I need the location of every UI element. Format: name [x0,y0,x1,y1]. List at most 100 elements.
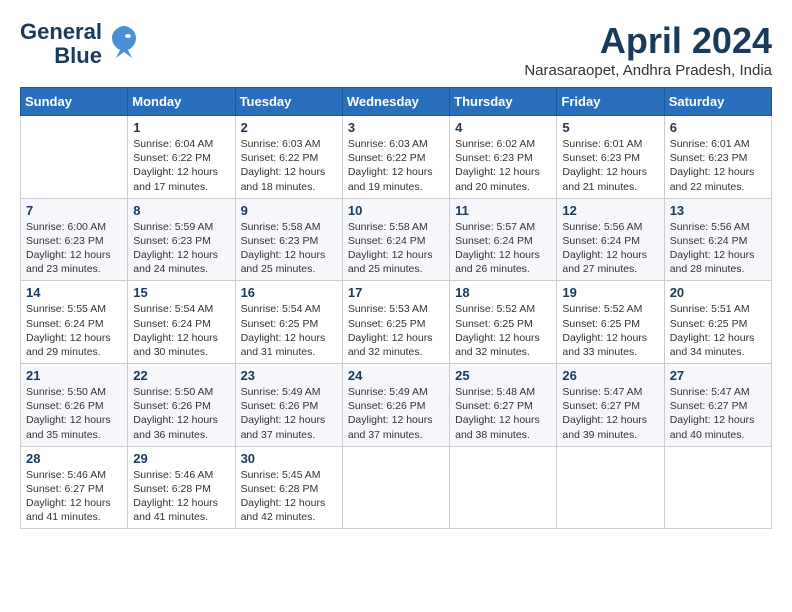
day-info: Sunrise: 5:45 AM Sunset: 6:28 PM Dayligh… [241,468,337,525]
day-number: 11 [455,203,551,218]
day-number: 30 [241,451,337,466]
day-info: Sunrise: 5:49 AM Sunset: 6:26 PM Dayligh… [241,385,337,442]
day-number: 23 [241,368,337,383]
day-info: Sunrise: 5:55 AM Sunset: 6:24 PM Dayligh… [26,302,122,359]
calendar-cell: 19 Sunrise: 5:52 AM Sunset: 6:25 PM Dayli… [557,281,664,364]
calendar-cell: 20Sunrise: 5:51 AM Sunset: 6:25 PM Dayli… [664,281,771,364]
day-info: Sunrise: 5:54 AM Sunset: 6:24 PM Dayligh… [133,302,229,359]
calendar-cell: 11 Sunrise: 5:57 AM Sunset: 6:24 PM Dayli… [450,198,557,281]
calendar-cell: 5 Sunrise: 6:01 AM Sunset: 6:23 PM Daylig… [557,116,664,199]
month-title: April 2024 [524,20,772,62]
page-header: General Blue April 2024 Narasaraopet, An… [20,20,772,79]
day-number: 22 [133,368,229,383]
day-number: 8 [133,203,229,218]
day-info: Sunrise: 6:03 AM Sunset: 6:22 PM Dayligh… [348,137,444,194]
calendar-cell: 16Sunrise: 5:54 AM Sunset: 6:25 PM Dayli… [235,281,342,364]
day-info: Sunrise: 6:02 AM Sunset: 6:23 PM Dayligh… [455,137,551,194]
day-number: 26 [562,368,658,383]
calendar-cell: 30 Sunrise: 5:45 AM Sunset: 6:28 PM Dayli… [235,446,342,529]
day-info: Sunrise: 5:54 AM Sunset: 6:25 PM Dayligh… [241,302,337,359]
logo-blue: Blue [54,44,102,68]
calendar-cell [342,446,449,529]
calendar-week-1: 1 Sunrise: 6:04 AM Sunset: 6:22 PM Daylig… [21,116,772,199]
day-info: Sunrise: 6:01 AM Sunset: 6:23 PM Dayligh… [670,137,766,194]
calendar-table: SundayMondayTuesdayWednesdayThursdayFrid… [20,87,772,529]
calendar-cell: 29 Sunrise: 5:46 AM Sunset: 6:28 PM Dayli… [128,446,235,529]
calendar-cell: 6Sunrise: 6:01 AM Sunset: 6:23 PM Daylig… [664,116,771,199]
day-info: Sunrise: 5:53 AM Sunset: 6:25 PM Dayligh… [348,302,444,359]
day-info: Sunrise: 6:03 AM Sunset: 6:22 PM Dayligh… [241,137,337,194]
calendar-cell: 21 Sunrise: 5:50 AM Sunset: 6:26 PM Dayli… [21,364,128,447]
location-subtitle: Narasaraopet, Andhra Pradesh, India [524,62,772,79]
day-info: Sunrise: 5:57 AM Sunset: 6:24 PM Dayligh… [455,220,551,277]
logo: General Blue [20,20,140,68]
day-number: 14 [26,285,122,300]
calendar-cell [664,446,771,529]
day-number: 4 [455,120,551,135]
calendar-cell: 25 Sunrise: 5:48 AM Sunset: 6:27 PM Dayli… [450,364,557,447]
day-info: Sunrise: 6:04 AM Sunset: 6:22 PM Dayligh… [133,137,229,194]
weekday-header-friday: Friday [557,88,664,116]
calendar-cell: 27Sunrise: 5:47 AM Sunset: 6:27 PM Dayli… [664,364,771,447]
day-info: Sunrise: 6:00 AM Sunset: 6:23 PM Dayligh… [26,220,122,277]
calendar-cell: 2 Sunrise: 6:03 AM Sunset: 6:22 PM Daylig… [235,116,342,199]
day-info: Sunrise: 5:47 AM Sunset: 6:27 PM Dayligh… [670,385,766,442]
calendar-cell [450,446,557,529]
weekday-header-sunday: Sunday [21,88,128,116]
day-number: 24 [348,368,444,383]
day-number: 3 [348,120,444,135]
weekday-header-row: SundayMondayTuesdayWednesdayThursdayFrid… [21,88,772,116]
day-info: Sunrise: 5:56 AM Sunset: 6:24 PM Dayligh… [670,220,766,277]
day-number: 19 [562,285,658,300]
weekday-header-thursday: Thursday [450,88,557,116]
day-number: 5 [562,120,658,135]
day-number: 12 [562,203,658,218]
calendar-cell: 26 Sunrise: 5:47 AM Sunset: 6:27 PM Dayli… [557,364,664,447]
weekday-header-saturday: Saturday [664,88,771,116]
calendar-week-5: 28Sunrise: 5:46 AM Sunset: 6:27 PM Dayli… [21,446,772,529]
day-info: Sunrise: 5:50 AM Sunset: 6:26 PM Dayligh… [26,385,122,442]
day-info: Sunrise: 5:48 AM Sunset: 6:27 PM Dayligh… [455,385,551,442]
day-number: 9 [241,203,337,218]
calendar-cell: 15 Sunrise: 5:54 AM Sunset: 6:24 PM Dayli… [128,281,235,364]
calendar-cell: 10Sunrise: 5:58 AM Sunset: 6:24 PM Dayli… [342,198,449,281]
calendar-week-3: 14 Sunrise: 5:55 AM Sunset: 6:24 PM Dayli… [21,281,772,364]
day-info: Sunrise: 5:47 AM Sunset: 6:27 PM Dayligh… [562,385,658,442]
day-info: Sunrise: 5:50 AM Sunset: 6:26 PM Dayligh… [133,385,229,442]
day-number: 15 [133,285,229,300]
calendar-cell: 23 Sunrise: 5:49 AM Sunset: 6:26 PM Dayli… [235,364,342,447]
logo-general: General [20,20,102,44]
logo-bird-icon [108,24,140,65]
day-info: Sunrise: 5:51 AM Sunset: 6:25 PM Dayligh… [670,302,766,359]
day-info: Sunrise: 5:58 AM Sunset: 6:23 PM Dayligh… [241,220,337,277]
day-number: 2 [241,120,337,135]
calendar-cell: 4 Sunrise: 6:02 AM Sunset: 6:23 PM Daylig… [450,116,557,199]
calendar-cell: 18Sunrise: 5:52 AM Sunset: 6:25 PM Dayli… [450,281,557,364]
day-info: Sunrise: 6:01 AM Sunset: 6:23 PM Dayligh… [562,137,658,194]
calendar-cell [21,116,128,199]
day-number: 13 [670,203,766,218]
calendar-week-2: 7 Sunrise: 6:00 AM Sunset: 6:23 PM Daylig… [21,198,772,281]
calendar-cell: 28Sunrise: 5:46 AM Sunset: 6:27 PM Dayli… [21,446,128,529]
day-number: 18 [455,285,551,300]
day-info: Sunrise: 5:46 AM Sunset: 6:28 PM Dayligh… [133,468,229,525]
day-number: 17 [348,285,444,300]
calendar-cell: 12 Sunrise: 5:56 AM Sunset: 6:24 PM Dayli… [557,198,664,281]
day-number: 25 [455,368,551,383]
day-number: 10 [348,203,444,218]
calendar-cell: 8Sunrise: 5:59 AM Sunset: 6:23 PM Daylig… [128,198,235,281]
calendar-cell: 14 Sunrise: 5:55 AM Sunset: 6:24 PM Dayli… [21,281,128,364]
day-info: Sunrise: 5:56 AM Sunset: 6:24 PM Dayligh… [562,220,658,277]
calendar-cell: 1 Sunrise: 6:04 AM Sunset: 6:22 PM Daylig… [128,116,235,199]
day-number: 1 [133,120,229,135]
day-number: 7 [26,203,122,218]
calendar-week-4: 21 Sunrise: 5:50 AM Sunset: 6:26 PM Dayli… [21,364,772,447]
weekday-header-monday: Monday [128,88,235,116]
day-number: 21 [26,368,122,383]
day-number: 29 [133,451,229,466]
calendar-cell: 24Sunrise: 5:49 AM Sunset: 6:26 PM Dayli… [342,364,449,447]
calendar-cell: 13 Sunrise: 5:56 AM Sunset: 6:24 PM Dayli… [664,198,771,281]
calendar-cell: 17 Sunrise: 5:53 AM Sunset: 6:25 PM Dayli… [342,281,449,364]
calendar-cell: 22 Sunrise: 5:50 AM Sunset: 6:26 PM Dayli… [128,364,235,447]
day-info: Sunrise: 5:52 AM Sunset: 6:25 PM Dayligh… [562,302,658,359]
